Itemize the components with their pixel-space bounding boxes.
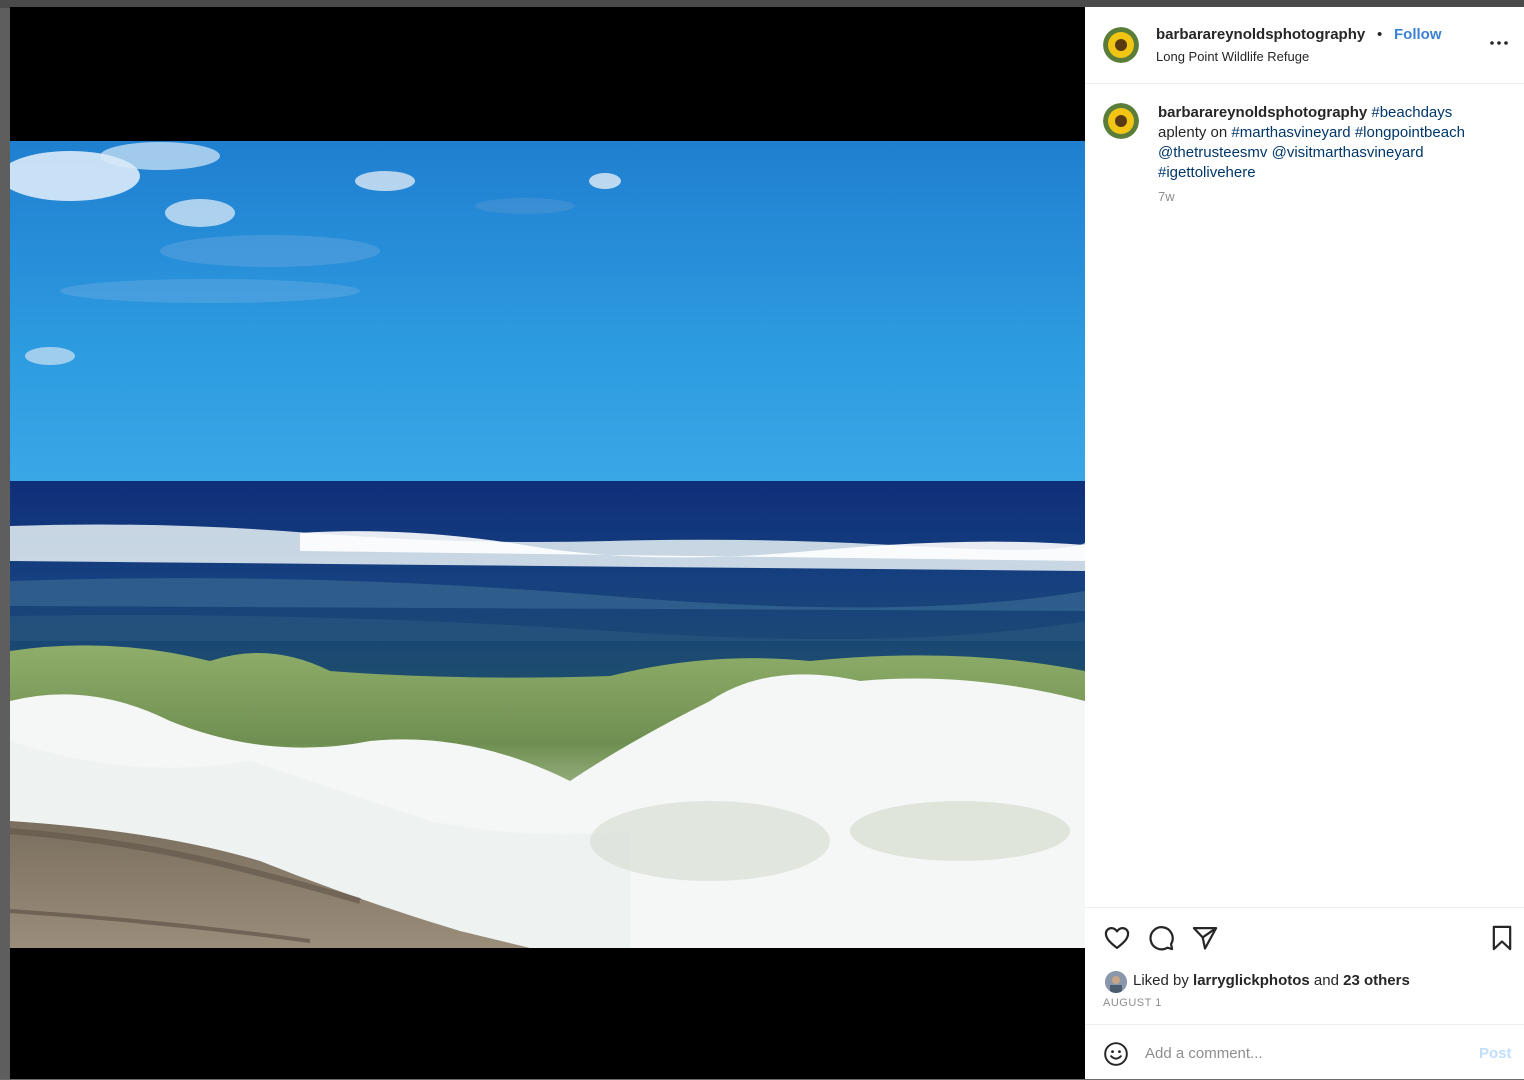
hashtag-link[interactable]: #igettolivehere: [1158, 164, 1256, 181]
likes-prefix: Liked by: [1133, 972, 1189, 989]
post-media[interactable]: [10, 7, 1085, 1079]
hashtag-link[interactable]: #marthasvineyard: [1231, 124, 1350, 141]
likes-and: and: [1313, 972, 1339, 989]
post-comment-button[interactable]: Post: [1479, 1045, 1512, 1062]
post-date[interactable]: AUGUST 1: [1103, 997, 1162, 1009]
bookmark-icon[interactable]: [1488, 924, 1516, 952]
emoji-icon[interactable]: [1103, 1041, 1129, 1067]
likes-others-link[interactable]: 23 others: [1343, 972, 1410, 989]
comment-input[interactable]: [1145, 1040, 1465, 1066]
liker-username[interactable]: larryglickphotos: [1193, 972, 1310, 989]
sunflower-icon: [1103, 27, 1139, 63]
ocean-wave-photo: [10, 141, 1085, 948]
background-page: [0, 0, 10, 1079]
caption-text: aplenty on: [1158, 124, 1228, 141]
liker-avatar[interactable]: [1105, 971, 1127, 993]
more-options-icon[interactable]: [1487, 31, 1511, 55]
separator-dot: •: [1377, 26, 1383, 43]
caption-avatar[interactable]: [1103, 103, 1139, 139]
mention-link[interactable]: @visitmarthasvineyard: [1272, 144, 1424, 161]
post-author-username[interactable]: barbarareynoldsphotography: [1156, 26, 1365, 43]
mention-link[interactable]: @thetrusteesmv: [1158, 144, 1267, 161]
comment-icon[interactable]: [1147, 924, 1175, 952]
post-modal: barbarareynoldsphotography • Follow Long…: [10, 7, 1524, 1079]
sunflower-icon: [1103, 103, 1139, 139]
profile-avatar[interactable]: [1103, 27, 1139, 63]
post-photo: [10, 141, 1085, 948]
follow-button[interactable]: Follow: [1394, 26, 1442, 43]
hashtag-link[interactable]: #longpointbeach: [1355, 124, 1465, 141]
share-icon[interactable]: [1191, 924, 1219, 952]
likes-summary: Liked by larryglickphotos and 23 others: [1133, 972, 1410, 989]
comment-bar: Post: [1085, 1024, 1524, 1080]
caption-timestamp[interactable]: 7w: [1158, 189, 1175, 204]
post-location[interactable]: Long Point Wildlife Refuge: [1156, 49, 1309, 64]
hashtag-link[interactable]: #beachdays: [1371, 104, 1452, 121]
heart-icon[interactable]: [1103, 924, 1131, 952]
post-caption: barbarareynoldsphotography #beachdays ap…: [1158, 103, 1503, 183]
post-header: barbarareynoldsphotography • Follow Long…: [1085, 7, 1524, 84]
caption-username[interactable]: barbarareynoldsphotography: [1158, 104, 1367, 121]
post-sidebar: barbarareynoldsphotography • Follow Long…: [1085, 7, 1524, 1079]
post-actions: [1085, 907, 1524, 970]
